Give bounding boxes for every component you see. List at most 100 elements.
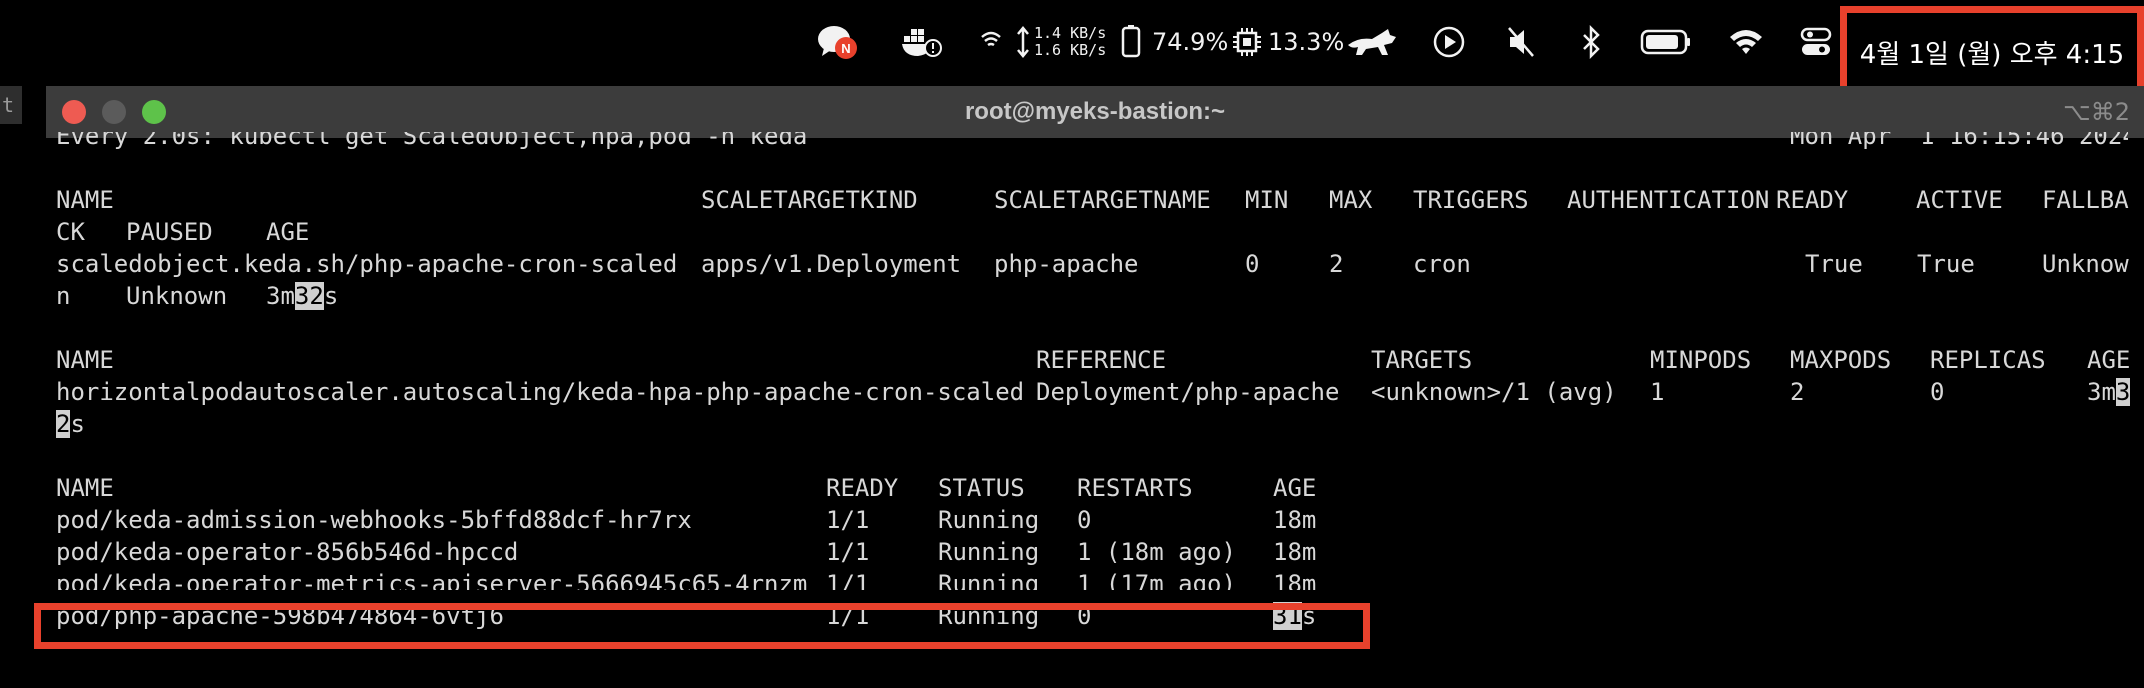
col-age: AGE (2087, 346, 2131, 374)
hpa-row: horizontalpodautoscaler.autoscaling/keda… (56, 376, 2131, 408)
annotation-box (34, 603, 1370, 649)
cell-age: 3m3 (2087, 376, 2131, 408)
pod-ready: 1/1 (826, 538, 870, 566)
pod-row: pod/keda-operator-856b546d-hpccd 1/1 Run… (56, 536, 2128, 568)
age-wrap-highlight: 2 (56, 410, 71, 438)
bluetooth-icon[interactable] (1580, 20, 1602, 64)
col-ready: READY (1776, 186, 1849, 214)
play-icon[interactable] (1432, 20, 1466, 64)
cell-age: 3m32s (266, 280, 338, 312)
cpu-icon (1232, 20, 1262, 64)
cell-minpods: 1 (1650, 378, 1665, 406)
cell-name: scaledobject.keda.sh/php-apache-cron-sca… (56, 250, 678, 278)
clock-text: 4월 1일 (월) 오후 4:15 (1859, 39, 2125, 70)
pod-name: pod/keda-operator-856b546d-hpccd (56, 538, 519, 566)
scaledobject-header: NAME SCALETARGETKIND SCALETARGETNAME MIN… (56, 184, 2129, 216)
col-restarts: RESTARTS (1077, 474, 1193, 502)
age-wrap: 2s (56, 408, 85, 440)
col-maxpods: MAXPODS (1790, 346, 1892, 374)
age-highlight: 3 (2115, 378, 2131, 406)
pod-name: pod/keda-operator-metrics-apiserver-5666… (56, 570, 808, 590)
col-targets: TARGETS (1371, 346, 1473, 374)
mute-icon[interactable] (1506, 20, 1536, 64)
col-triggers: TRIGGERS (1413, 186, 1529, 214)
pod-age: 18m (1273, 538, 1317, 566)
cell-fallback-part: Unknow (2042, 250, 2129, 278)
col-name: NAME (56, 346, 114, 374)
pod-status: Running (938, 538, 1040, 566)
battery-icon[interactable] (1640, 20, 1692, 64)
cell-targets: <unknown>/1 (avg) (1371, 378, 1617, 406)
col-reference: REFERENCE (1036, 346, 1167, 374)
col-age: AGE (266, 218, 310, 246)
cell-target: php-apache (994, 250, 1139, 278)
net-up: 1.4 KB/s (1034, 24, 1107, 42)
age-prefix: 3m (2087, 378, 2116, 406)
terminal-title-bar[interactable]: root@myeks-bastion:~ ⌥⌘2 (46, 86, 2144, 138)
col-ready: READY (826, 474, 899, 502)
docker-icon[interactable] (900, 20, 942, 64)
wifi-transfer-icon (980, 20, 1002, 64)
battery-stat-icon (1120, 20, 1142, 64)
age-highlight: 32 (294, 282, 324, 310)
svg-text:N: N (841, 41, 850, 56)
pod-row: pod/keda-operator-metrics-apiserver-5666… (56, 568, 2128, 590)
scaledobject-row-wrap: n Unknown 3m32s (56, 280, 2128, 312)
window-shortcut: ⌥⌘2 (2063, 98, 2130, 126)
cell-name: horizontalpodautoscaler.autoscaling/keda… (56, 378, 1025, 406)
col-fallback-rest: CK (56, 218, 85, 246)
age-suffix: s (323, 282, 339, 310)
cell-fallback-rest: n (56, 282, 71, 310)
col-fallback-part: FALLBA (2042, 186, 2129, 214)
watch-timestamp: Mon Apr 1 16:15:46 2024 (1790, 132, 2128, 150)
wifi-icon[interactable] (1728, 20, 1764, 64)
terminal-output[interactable]: Every 2.0s: kubectl get ScaledObject,hpa… (56, 132, 2131, 632)
pod-age: 18m (1273, 570, 1317, 590)
pod-status: Running (938, 570, 1040, 590)
cell-active: True (1917, 250, 1975, 278)
col-scaletargetkind: SCALETARGETKIND (701, 186, 918, 214)
background-window-edge[interactable]: t (0, 86, 22, 124)
pod-restarts: 1 (17m ago) (1077, 570, 1236, 590)
watch-header-line: Every 2.0s: kubectl get ScaledObject,hpa… (56, 132, 2128, 152)
cpu-percent: 13.3% (1268, 28, 1345, 56)
pod-name: pod/keda-admission-webhooks-5bffd88dcf-h… (56, 506, 692, 534)
net-down: 1.6 KB/s (1034, 41, 1107, 59)
battery-percent: 74.9% (1152, 28, 1229, 56)
col-paused: PAUSED (126, 218, 213, 246)
col-min: MIN (1245, 186, 1289, 214)
window-title: root@myeks-bastion:~ (964, 98, 1226, 125)
col-scaletargetname: SCALETARGETNAME (994, 186, 1211, 214)
pod-row: pod/keda-admission-webhooks-5bffd88dcf-h… (56, 504, 2128, 536)
cell-kind: apps/v1.Deployment (701, 250, 962, 278)
watch-command: Every 2.0s: kubectl get ScaledObject,hpa… (56, 132, 808, 150)
col-name: NAME (56, 474, 114, 502)
cell-triggers: cron (1413, 250, 1471, 278)
pod-status: Running (938, 506, 1040, 534)
col-age: AGE (1273, 474, 1317, 502)
pods-header: NAME READY STATUS RESTARTS AGE (56, 472, 2128, 504)
col-minpods: MINPODS (1650, 346, 1752, 374)
age-prefix: 3m (266, 282, 295, 310)
pod-age: 18m (1273, 506, 1317, 534)
runcat-icon[interactable] (1344, 20, 1400, 64)
pod-restarts: 0 (1077, 506, 1092, 534)
pod-restarts: 1 (18m ago) (1077, 538, 1236, 566)
network-arrows-icon (1016, 20, 1030, 64)
age-wrap-suffix: s (70, 410, 85, 438)
cell-ready: True (1805, 250, 1863, 278)
col-status: STATUS (938, 474, 1025, 502)
col-max: MAX (1329, 186, 1373, 214)
cell-replicas: 0 (1930, 378, 1945, 406)
menubar-clock[interactable]: 4월 1일 (월) 오후 4:15 (1840, 6, 2144, 98)
menu-bar: N 1.4 KB/s 1.6 KB/s 74.9% 13.3% 4월 1일 (월… (0, 0, 2144, 98)
cell-max: 2 (1329, 250, 1344, 278)
col-replicas: REPLICAS (1930, 346, 2046, 374)
cell-maxpods: 2 (1790, 378, 1805, 406)
cell-paused: Unknown (126, 282, 228, 310)
hpa-row-wrap: 2s (56, 408, 2128, 440)
control-center-icon[interactable] (1800, 20, 1832, 64)
chat-notification-icon[interactable]: N (816, 20, 860, 64)
